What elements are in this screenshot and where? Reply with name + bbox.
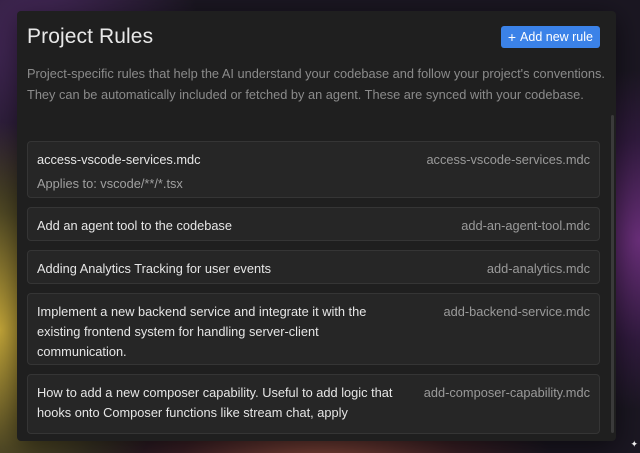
plus-icon: + [507,29,517,45]
rules-list: access-vscode-services.mdc Applies to: v… [27,141,600,441]
rule-name: How to add a new composer capability. Us… [37,385,393,420]
rule-name: Implement a new backend service and inte… [37,304,367,359]
page-title: Project Rules [27,25,154,48]
rule-text: access-vscode-services.mdc Applies to: v… [37,150,201,194]
rule-filename: add-composer-capability.mdc [423,385,590,400]
rule-item[interactable]: Implement a new backend service and inte… [27,293,600,365]
rule-item[interactable]: Adding Analytics Tracking for user event… [27,250,600,284]
rule-name: Adding Analytics Tracking for user event… [37,261,272,276]
rule-name: Add an agent tool to the codebase [37,218,232,233]
rule-name: access-vscode-services.mdc [37,152,201,167]
rule-item[interactable]: access-vscode-services.mdc Applies to: v… [27,141,600,198]
scrollbar[interactable] [611,115,614,433]
add-new-rule-label: Add new rule [520,30,593,44]
rule-applies-to: Applies to: vscode/**/*.tsx [37,176,183,191]
rule-item[interactable]: Add an agent tool to the codebase add-an… [27,207,600,241]
rule-filename: add-analytics.mdc [486,261,590,276]
rule-filename: add-an-agent-tool.mdc [461,218,590,233]
panel-description: Project-specific rules that help the AI … [27,66,605,102]
sparkle-icon: ✦ [630,439,638,449]
add-new-rule-button[interactable]: + Add new rule [500,26,600,48]
rule-filename: add-backend-service.mdc [443,304,590,319]
rule-item[interactable]: How to add a new composer capability. Us… [27,374,600,434]
rule-filename: access-vscode-services.mdc [426,152,590,167]
panel-header: Project Rules + Add new rule [27,25,600,49]
project-rules-panel: Project Rules + Add new rule Project-spe… [17,11,616,441]
